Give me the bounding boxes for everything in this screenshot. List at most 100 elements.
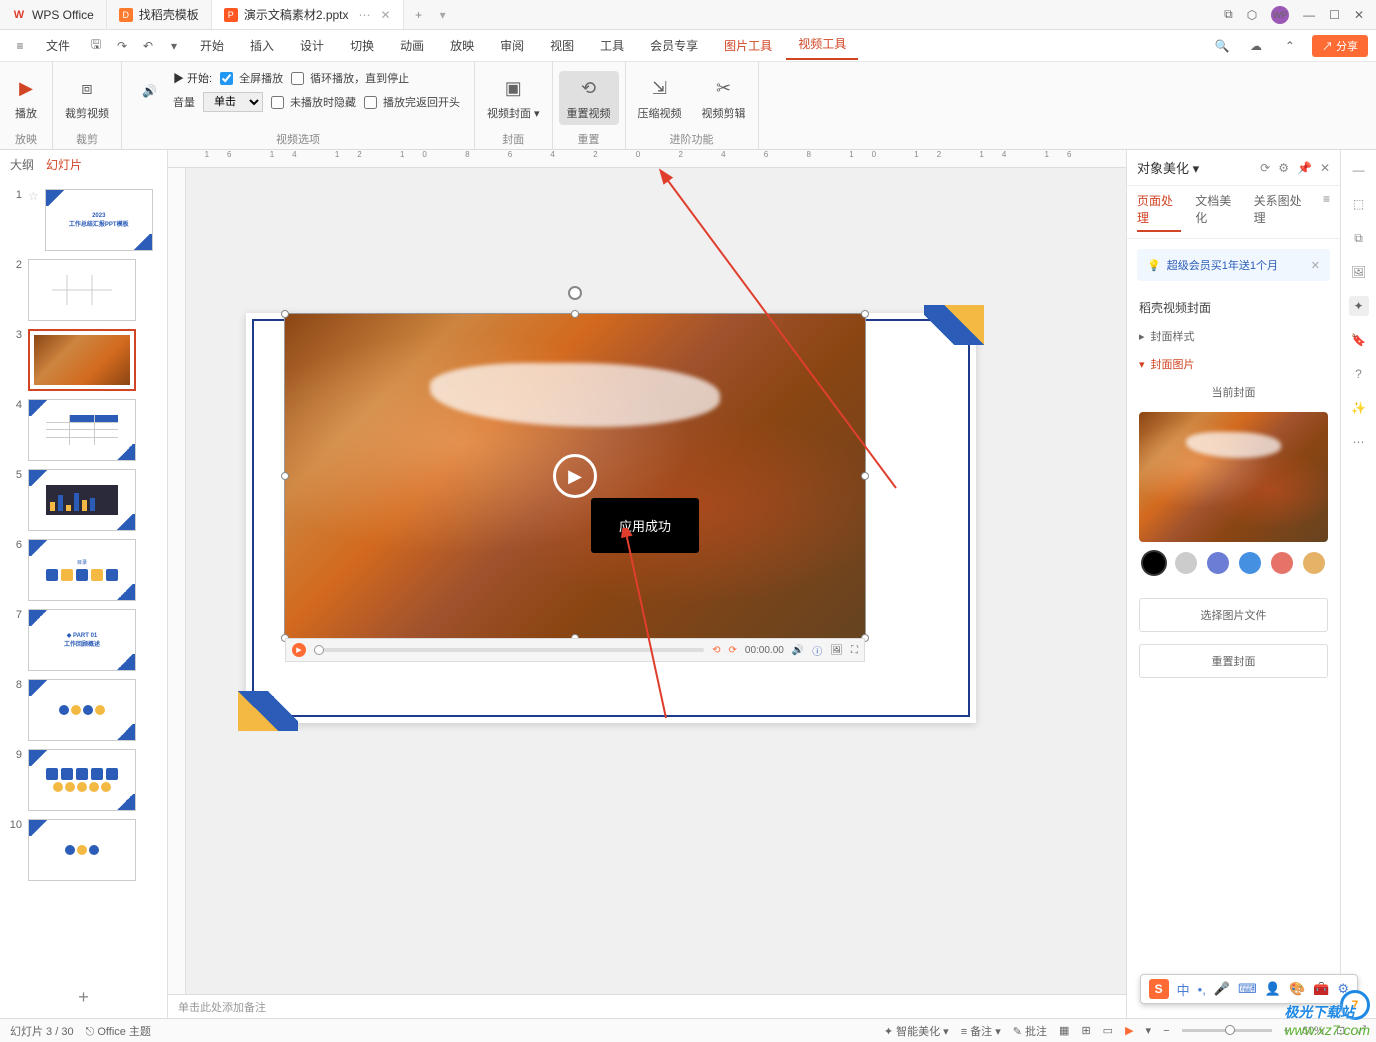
magic-icon[interactable]: ✦ [1349, 296, 1369, 316]
video-seek-track[interactable] [314, 648, 704, 652]
slides-tab[interactable]: 幻灯片 [46, 156, 82, 173]
outline-tab[interactable]: 大纲 [10, 156, 34, 173]
color-black[interactable] [1143, 552, 1165, 574]
redo-icon[interactable]: ↷ [110, 34, 134, 58]
compress-video-button[interactable]: ⇲ 压缩视频 [632, 73, 688, 123]
menu-picture-tools[interactable]: 图片工具 [712, 33, 784, 58]
reader-icon[interactable]: ⧉ [1224, 7, 1233, 22]
tab-text-beautify[interactable]: 文档美化 [1195, 192, 1239, 232]
refresh-icon[interactable]: ⟳ [1260, 161, 1270, 175]
tab-document[interactable]: P 演示文稿素材2.pptx ⋯ ✕ [212, 0, 404, 29]
ime-punct-icon[interactable]: •, [1198, 982, 1206, 997]
slide-thumb-2[interactable]: 2 [0, 255, 167, 325]
slide-thumb-9[interactable]: 9 [0, 745, 167, 815]
clip-video-button[interactable]: ✂ 视频剪辑 [696, 73, 752, 123]
skip-forward-icon[interactable]: ⟳ [729, 645, 737, 656]
rotate-handle[interactable] [568, 286, 582, 300]
help-icon[interactable]: ? [1349, 364, 1369, 384]
slide-thumb-6[interactable]: 6 目录 [0, 535, 167, 605]
slide-thumb-8[interactable]: 8 [0, 675, 167, 745]
tab-wps-home[interactable]: W WPS Office [0, 0, 107, 29]
maximize-icon[interactable]: ☐ [1329, 8, 1340, 22]
new-tab-button[interactable]: + [404, 8, 434, 22]
ime-toolbox-icon[interactable]: 🧰 [1313, 981, 1329, 997]
menu-start[interactable]: 开始 [188, 33, 236, 58]
effects-icon[interactable]: ✨ [1349, 398, 1369, 418]
slide-thumb-5[interactable]: 5 [0, 465, 167, 535]
color-red[interactable] [1271, 552, 1293, 574]
menu-review[interactable]: 审阅 [488, 33, 536, 58]
menu-design[interactable]: 设计 [288, 33, 336, 58]
search-icon[interactable]: 🔍 [1210, 34, 1234, 58]
view-normal-icon[interactable]: ▦ [1059, 1024, 1069, 1037]
collapse-icon[interactable]: — [1349, 160, 1369, 180]
slide-list[interactable]: 1 ☆ 2023工作总结汇报PPT模板 2 3 4 5 6 [0, 179, 167, 977]
ime-keyboard-icon[interactable]: ⌨ [1238, 981, 1257, 997]
comments-toggle[interactable]: ✎ 批注 [1013, 1023, 1047, 1039]
ime-mode[interactable]: 中 [1177, 980, 1190, 999]
reset-cover-button[interactable]: 重置封面 [1139, 644, 1328, 678]
ime-user-icon[interactable]: 👤 [1265, 981, 1281, 997]
sogou-icon[interactable]: S [1149, 979, 1169, 999]
video-object[interactable]: ▶ ▶ ⟲ [284, 313, 866, 639]
loop-checkbox[interactable]: 循环播放，直到停止 [291, 70, 409, 86]
layers-icon[interactable]: ⧉ [1349, 228, 1369, 248]
menu-transition[interactable]: 切换 [338, 33, 386, 58]
slide-view[interactable]: ▶ ▶ ⟲ [186, 168, 1126, 994]
menu-view[interactable]: 视图 [538, 33, 586, 58]
video-cover-button[interactable]: ▣ 视频封面 ▾ [481, 73, 546, 123]
close-banner-icon[interactable]: ✕ [1311, 259, 1320, 272]
slide-thumb-3[interactable]: 3 [0, 325, 167, 395]
menu-video-tools[interactable]: 视频工具 [786, 31, 858, 60]
ime-bar[interactable]: S 中 •, 🎤 ⌨ 👤 🎨 🧰 ⚙ [1140, 974, 1358, 1004]
color-grey[interactable] [1175, 552, 1197, 574]
hide-checkbox[interactable]: 未播放时隐藏 [271, 94, 356, 110]
row-cover-image[interactable]: ▾ 封面图片 [1139, 350, 1328, 378]
resize-handle[interactable] [281, 310, 289, 318]
menu-insert[interactable]: 插入 [238, 33, 286, 58]
smart-beautify[interactable]: ✦ 智能美化 ▾ [884, 1023, 949, 1039]
slide-thumb-4[interactable]: 4 [0, 395, 167, 465]
zoom-out-icon[interactable]: − [1163, 1025, 1169, 1037]
video-snapshot-icon[interactable]: 🖼 [830, 645, 843, 656]
resize-handle[interactable] [861, 310, 869, 318]
user-avatar[interactable]: WP [1271, 6, 1289, 24]
share-button[interactable]: ↗ 分享 [1312, 35, 1368, 57]
crop-video-button[interactable]: ⧈ 裁剪视频 [59, 73, 115, 123]
member-banner[interactable]: 💡 超级会员买1年送1个月 ✕ [1137, 249, 1330, 281]
color-blue[interactable] [1239, 552, 1261, 574]
close-icon[interactable]: ✕ [1354, 8, 1364, 22]
ime-skin-icon[interactable]: 🎨 [1289, 981, 1305, 997]
list-icon[interactable]: ≡ [1323, 192, 1330, 232]
tab-templates[interactable]: D 找稻壳模板 [107, 0, 212, 29]
tab-dropdown-icon[interactable]: ▾ [434, 8, 452, 22]
video-info-icon[interactable]: ⓘ [812, 643, 822, 658]
overflow-icon[interactable]: ⋯ [359, 8, 371, 22]
video-fullscreen-icon[interactable]: ⛶ [851, 645, 858, 656]
close-tab-icon[interactable]: ✕ [381, 8, 391, 22]
resize-handle[interactable] [861, 472, 869, 480]
tab-diagram[interactable]: 关系图处理 [1254, 192, 1309, 232]
slide-thumb-7[interactable]: 7 ◆ PART 01工作回顾概述 [0, 605, 167, 675]
row-cover-style[interactable]: ▸ 封面样式 [1139, 322, 1328, 350]
play-button[interactable]: ▶ 播放 [6, 73, 46, 123]
play-overlay-icon[interactable]: ▶ [553, 454, 597, 498]
menu-member[interactable]: 会员专享 [638, 33, 710, 58]
menu-file[interactable]: 文件 [34, 33, 82, 58]
color-purple[interactable] [1207, 552, 1229, 574]
collapse-ribbon-icon[interactable]: ⌃ [1278, 34, 1302, 58]
close-panel-icon[interactable]: ✕ [1320, 161, 1330, 175]
slide-thumb-1[interactable]: 1 ☆ 2023工作总结汇报PPT模板 [0, 185, 167, 255]
cube-icon[interactable]: ⬡ [1247, 8, 1257, 22]
view-reading-icon[interactable]: ▭ [1103, 1024, 1113, 1037]
view-sorter-icon[interactable]: ⊞ [1081, 1024, 1090, 1037]
skip-back-icon[interactable]: ⟲ [712, 645, 720, 656]
volume-button[interactable]: 🔊 [136, 82, 163, 100]
select-icon[interactable]: ⬚ [1349, 194, 1369, 214]
view-dropdown-icon[interactable]: ▾ [1146, 1024, 1152, 1037]
menu-show[interactable]: 放映 [438, 33, 486, 58]
undo-icon[interactable]: ↶ [136, 34, 160, 58]
select-image-button[interactable]: 选择图片文件 [1139, 598, 1328, 632]
more-icon[interactable]: ⋯ [1349, 432, 1369, 452]
add-slide-button[interactable]: + [0, 977, 167, 1018]
